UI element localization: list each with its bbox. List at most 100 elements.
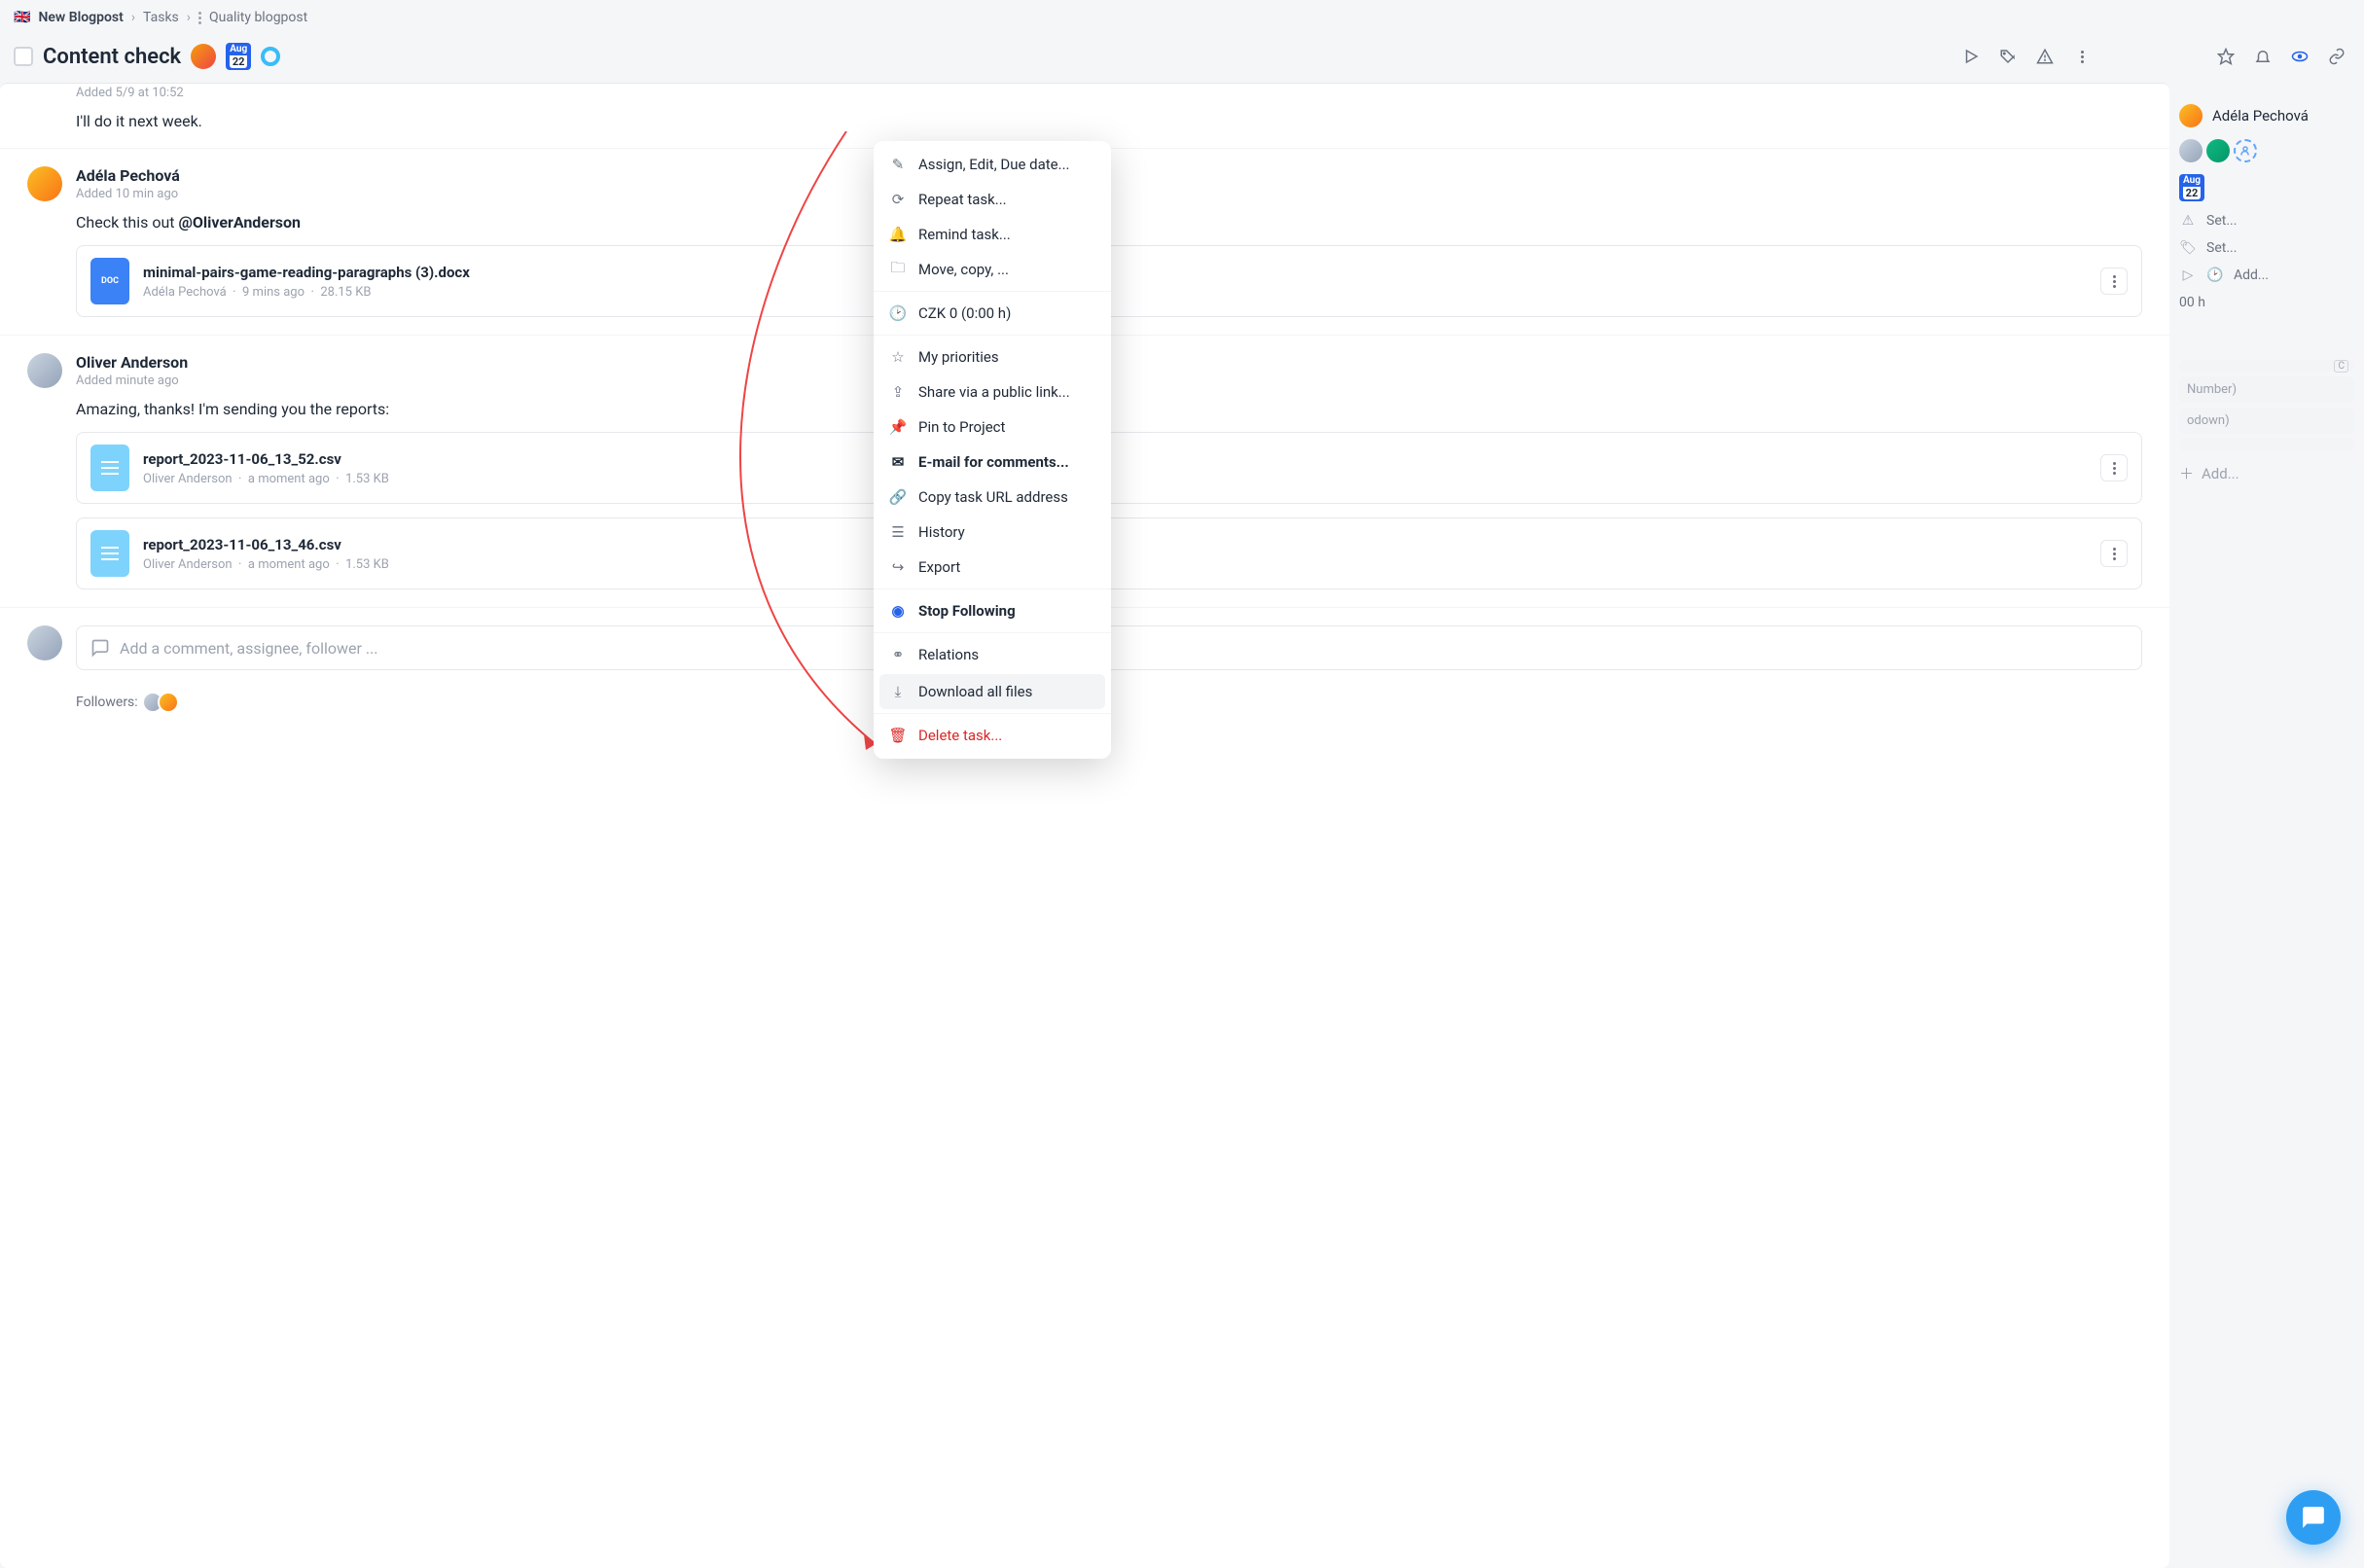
- trash-icon: 🗑: [889, 727, 907, 744]
- attachment-more-button[interactable]: [2100, 454, 2128, 481]
- sidebar-add-button[interactable]: ＋Add...: [2179, 455, 2354, 491]
- menu-email[interactable]: ✉E-mail for comments...: [874, 445, 1111, 480]
- custom-field-input[interactable]: [2179, 439, 2354, 450]
- eye-icon[interactable]: [2286, 43, 2313, 70]
- chat-fab[interactable]: [2286, 1490, 2341, 1545]
- sidebar-set-link[interactable]: Set...: [2206, 213, 2237, 229]
- file-csv-icon: [90, 445, 129, 491]
- star-icon[interactable]: [2212, 43, 2239, 70]
- menu-move[interactable]: 🗀Move, copy, ...: [874, 252, 1111, 287]
- repeat-icon: ⟳: [889, 191, 907, 208]
- task-sidebar: Adéla Pechová Aug22 ⚠ Set... 🏷 Set... ▷ 🕑 Ad…: [2169, 83, 2364, 1568]
- attachment-meta: Oliver Anderson · a moment ago · 1.53 KB: [143, 557, 389, 572]
- attachment-more-button[interactable]: [2100, 540, 2128, 567]
- menu-delete[interactable]: 🗑Delete task...: [874, 718, 1111, 753]
- menu-copy-url[interactable]: 🔗Copy task URL address: [874, 480, 1111, 515]
- assignee-avatar[interactable]: [191, 44, 216, 69]
- custom-field-dropdown[interactable]: odown): [2179, 408, 2354, 434]
- warning-icon: ⚠: [2179, 213, 2197, 229]
- pin-icon: 📌: [889, 418, 907, 436]
- comment-avatar: [27, 166, 62, 201]
- play-icon: ▷: [2179, 267, 2197, 283]
- sidebar-assignee-name: Adéla Pechová: [2212, 107, 2309, 125]
- attachment-meta: Oliver Anderson · a moment ago · 1.53 KB: [143, 472, 389, 486]
- breadcrumb-project[interactable]: New Blogpost: [38, 10, 123, 25]
- mention[interactable]: @OliverAnderson: [178, 213, 301, 232]
- comment-placeholder: Add a comment, assignee, follower ...: [120, 639, 378, 658]
- menu-relations[interactable]: ⚭Relations: [874, 637, 1111, 672]
- menu-repeat[interactable]: ⟳Repeat task...: [874, 182, 1111, 217]
- pencil-icon: ✎: [889, 156, 907, 173]
- kbd-hint: C: [2334, 360, 2348, 373]
- menu-remind[interactable]: 🔔Remind task...: [874, 217, 1111, 252]
- export-icon: ↪: [889, 558, 907, 576]
- followers-label: Followers:: [76, 695, 138, 710]
- bell-icon: 🔔: [889, 226, 907, 243]
- sidebar-date-chip[interactable]: Aug22: [2179, 174, 2204, 201]
- tag-icon: 🏷: [2179, 240, 2197, 256]
- sidebar-member-avatar[interactable]: [2206, 139, 2230, 162]
- task-title: Content check: [43, 45, 181, 69]
- list-icon: ☰: [889, 523, 907, 541]
- menu-stop-following[interactable]: ◉Stop Following: [874, 593, 1111, 628]
- chat-icon: [2301, 1505, 2326, 1530]
- warning-icon[interactable]: [2031, 43, 2059, 70]
- breadcrumb-section[interactable]: Tasks: [143, 10, 179, 25]
- comment-meta: Added 5/9 at 10:52: [76, 86, 2142, 100]
- attachment-name: report_2023-11-06_13_46.csv: [143, 536, 389, 553]
- composer-avatar: [27, 625, 62, 660]
- tag-icon[interactable]: [1994, 43, 2022, 70]
- menu-assign[interactable]: ✎Assign, Edit, Due date...: [874, 147, 1111, 182]
- attachment-name: minimal-pairs-game-reading-paragraphs (3…: [143, 264, 470, 281]
- follower-avatar[interactable]: [158, 692, 179, 713]
- clock-icon: 🕑: [889, 304, 907, 322]
- attachment-more-button[interactable]: [2100, 267, 2128, 295]
- task-header: Content check Aug22: [0, 35, 2364, 83]
- comment-icon: [90, 638, 110, 658]
- menu-pin[interactable]: 📌Pin to Project: [874, 410, 1111, 445]
- file-csv-icon: [90, 530, 129, 577]
- menu-export[interactable]: ↪Export: [874, 550, 1111, 585]
- menu-share[interactable]: ⇪Share via a public link...: [874, 374, 1111, 410]
- link-icon[interactable]: [2323, 43, 2350, 70]
- file-doc-icon: DOC: [90, 258, 129, 304]
- link-icon: 🔗: [889, 488, 907, 506]
- status-ring-icon[interactable]: [261, 47, 280, 66]
- breadcrumb-more-icon[interactable]: [198, 12, 201, 24]
- comment-text: I'll do it next week.: [76, 112, 2142, 130]
- bell-icon[interactable]: [2249, 43, 2276, 70]
- more-menu-button[interactable]: [2068, 43, 2095, 70]
- menu-priorities[interactable]: ☆My priorities: [874, 339, 1111, 374]
- attachment-meta: Adéla Pechová · 9 mins ago · 28.15 KB: [143, 285, 470, 300]
- add-member-button[interactable]: [2234, 139, 2257, 162]
- menu-history[interactable]: ☰History: [874, 515, 1111, 550]
- clock-icon: 🕑: [2206, 267, 2224, 283]
- sidebar-add-time[interactable]: Add...: [2234, 267, 2269, 283]
- comment-avatar: [27, 353, 62, 388]
- breadcrumb-task[interactable]: Quality blogpost: [209, 10, 307, 25]
- sidebar-member-avatar[interactable]: [2179, 139, 2203, 162]
- mail-icon: ✉: [889, 453, 907, 471]
- sidebar-set-link[interactable]: Set...: [2206, 240, 2237, 256]
- project-flag-icon: 🇬🇧: [14, 10, 30, 25]
- chevron-right-icon: ›: [131, 10, 135, 25]
- plus-icon: ＋: [2179, 463, 2194, 483]
- chevron-right-icon: ›: [187, 10, 191, 25]
- eye-icon: ◉: [889, 602, 907, 620]
- sidebar-assignee-avatar[interactable]: [2179, 104, 2203, 127]
- play-icon[interactable]: [1957, 43, 1985, 70]
- relations-icon: ⚭: [889, 646, 907, 663]
- breadcrumb: 🇬🇧 New Blogpost › Tasks › Quality blogpo…: [0, 0, 2364, 35]
- attachment-name: report_2023-11-06_13_52.csv: [143, 450, 389, 468]
- custom-field-number[interactable]: Number): [2179, 376, 2354, 403]
- task-context-menu: ✎Assign, Edit, Due date... ⟳Repeat task.…: [874, 141, 1111, 759]
- menu-download-all[interactable]: ⤓Download all files: [879, 674, 1105, 709]
- menu-cost[interactable]: 🕑CZK 0 (0:00 h): [874, 296, 1111, 331]
- download-icon: ⤓: [889, 683, 907, 700]
- folder-icon: 🗀: [889, 261, 907, 278]
- due-date-chip[interactable]: Aug22: [226, 43, 251, 70]
- custom-field-input[interactable]: C: [2179, 360, 2354, 372]
- comment: Oliver Anderson Added 5/9 at 10:52 I'll …: [0, 84, 2169, 149]
- sidebar-hours: 00 h: [2179, 295, 2205, 310]
- complete-checkbox[interactable]: [14, 47, 33, 66]
